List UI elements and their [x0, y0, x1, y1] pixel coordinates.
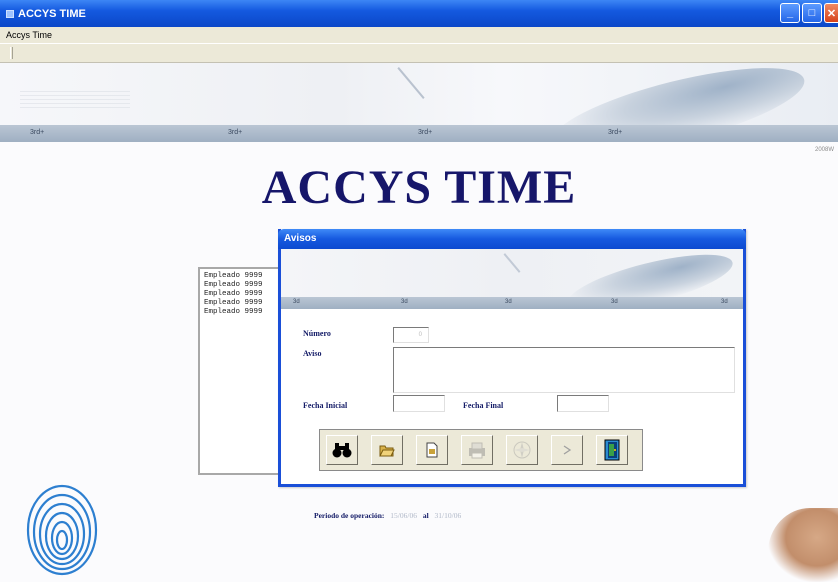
next-button[interactable] [551, 435, 583, 465]
dialog-toolbar [319, 429, 643, 471]
app-window: ACCYS TIME _ □ ✕ Accys Time 3rd+ 3rd+ 3r… [0, 0, 838, 582]
open-folder-icon [379, 445, 395, 457]
list-item: Empleado 9999 [204, 299, 263, 307]
strip-mark: 3d [721, 299, 728, 305]
strip-mark: 3d [293, 299, 300, 305]
list-item: Empleado 9999 [204, 308, 263, 316]
title-bar[interactable]: ACCYS TIME _ □ ✕ [0, 0, 838, 27]
minimize-button[interactable]: _ [780, 3, 800, 23]
page-title: ACCYS TIME [261, 161, 577, 214]
strip-mark: 3d [505, 299, 512, 305]
search-button[interactable] [326, 435, 358, 465]
next-arrow-icon [563, 445, 572, 455]
strip-mark: 3d [611, 299, 618, 305]
toolbar [0, 43, 838, 63]
dialog-banner-swoosh [562, 249, 738, 297]
period-to: 31/10/06 [434, 511, 462, 520]
document-icon [426, 442, 438, 458]
list-item: Empleado 9999 [204, 281, 263, 289]
banner-swoosh [544, 63, 812, 125]
aviso-label: Aviso [303, 349, 322, 358]
strip-mark: 3rd+ [30, 129, 45, 136]
fingerprint-logo-icon [26, 484, 98, 576]
operation-period: Periodo de operación: 15/06/06 al 31/10/… [314, 511, 465, 520]
period-from: 15/06/06 [390, 511, 417, 520]
window-controls: _ □ ✕ [780, 3, 838, 23]
header-banner [0, 63, 838, 125]
period-separator: al [422, 511, 429, 520]
dialog-banner-slash [503, 253, 521, 273]
print-icon [469, 442, 485, 459]
compass-icon [513, 441, 531, 459]
open-button[interactable] [371, 435, 403, 465]
menu-item-accys-time[interactable]: Accys Time [6, 30, 52, 40]
corner-text: 2008W [814, 147, 834, 153]
maximize-button[interactable]: □ [802, 3, 822, 23]
strip-mark: 3rd+ [608, 129, 623, 136]
fecha-final-label: Fecha Final [463, 401, 504, 410]
banner-strip: 3rd+ 3rd+ 3rd+ 3rd+ [0, 125, 838, 142]
dialog-title[interactable]: Avisos [278, 229, 746, 249]
list-item: Empleado 9999 [204, 272, 263, 280]
period-label: Periodo de operación: [314, 511, 385, 520]
app-icon [6, 9, 14, 18]
navigate-button[interactable] [506, 435, 538, 465]
fecha-final-field[interactable] [557, 395, 609, 412]
exit-button[interactable] [596, 435, 628, 465]
print-button[interactable] [461, 435, 493, 465]
list-item: Empleado 9999 [204, 290, 263, 298]
exit-door-icon [604, 439, 620, 461]
dialog-strip: 3d 3d 3d 3d 3d [281, 297, 743, 309]
hand-image [768, 508, 838, 582]
event-log[interactable]: Empleado 9999 Empleado 9999 Empleado 999… [198, 267, 290, 475]
binoculars-icon [332, 443, 352, 458]
dialog-banner [281, 249, 743, 297]
strip-mark: 3d [401, 299, 408, 305]
numero-field[interactable]: 0 [393, 327, 429, 343]
new-button[interactable] [416, 435, 448, 465]
banner-texture [20, 91, 130, 111]
numero-label: Número [303, 329, 331, 338]
close-button[interactable]: ✕ [824, 3, 838, 23]
strip-mark: 3rd+ [418, 129, 433, 136]
toolbar-grip-icon[interactable] [10, 47, 13, 59]
window-title: ACCYS TIME [18, 7, 86, 20]
avisos-dialog: Avisos 3d 3d 3d 3d 3d Número 0 Aviso Fec… [278, 229, 746, 487]
aviso-field[interactable] [393, 347, 735, 393]
banner-slash [397, 67, 425, 99]
menu-bar: Accys Time [0, 27, 838, 43]
strip-mark: 3rd+ [228, 129, 243, 136]
fecha-inicial-label: Fecha Inicial [303, 401, 348, 410]
fecha-inicial-field[interactable] [393, 395, 445, 412]
